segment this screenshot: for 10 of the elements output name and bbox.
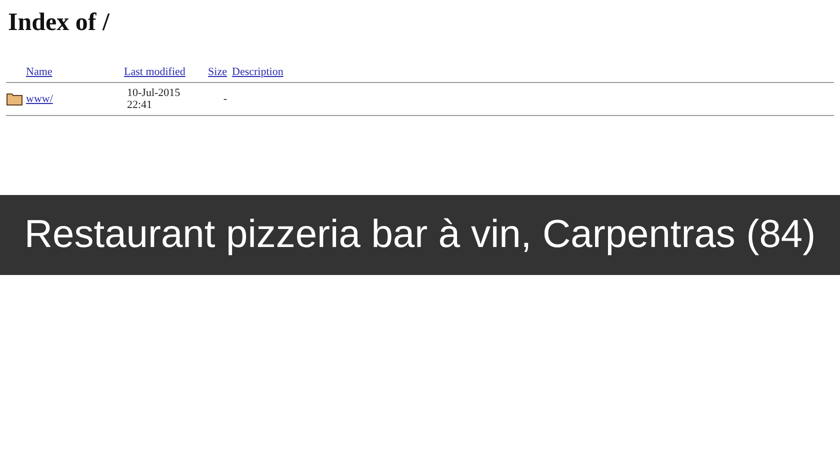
column-header-link[interactable]: Name (26, 66, 118, 78)
file-size: - (222, 93, 227, 105)
page-title: Index of / (8, 8, 111, 38)
file-link[interactable]: www/ (26, 93, 118, 105)
caption-banner: Restaurant pizzeria bar à vin, Carpentras (84) (0, 195, 840, 275)
modified-date: 10-Jul-2015 22:41 (126, 87, 182, 111)
column-header-link[interactable]: Size (202, 66, 227, 78)
column-header-link[interactable]: Last modified (118, 66, 202, 78)
column-header-link[interactable]: Description (227, 66, 834, 78)
folder-icon (6, 92, 23, 106)
